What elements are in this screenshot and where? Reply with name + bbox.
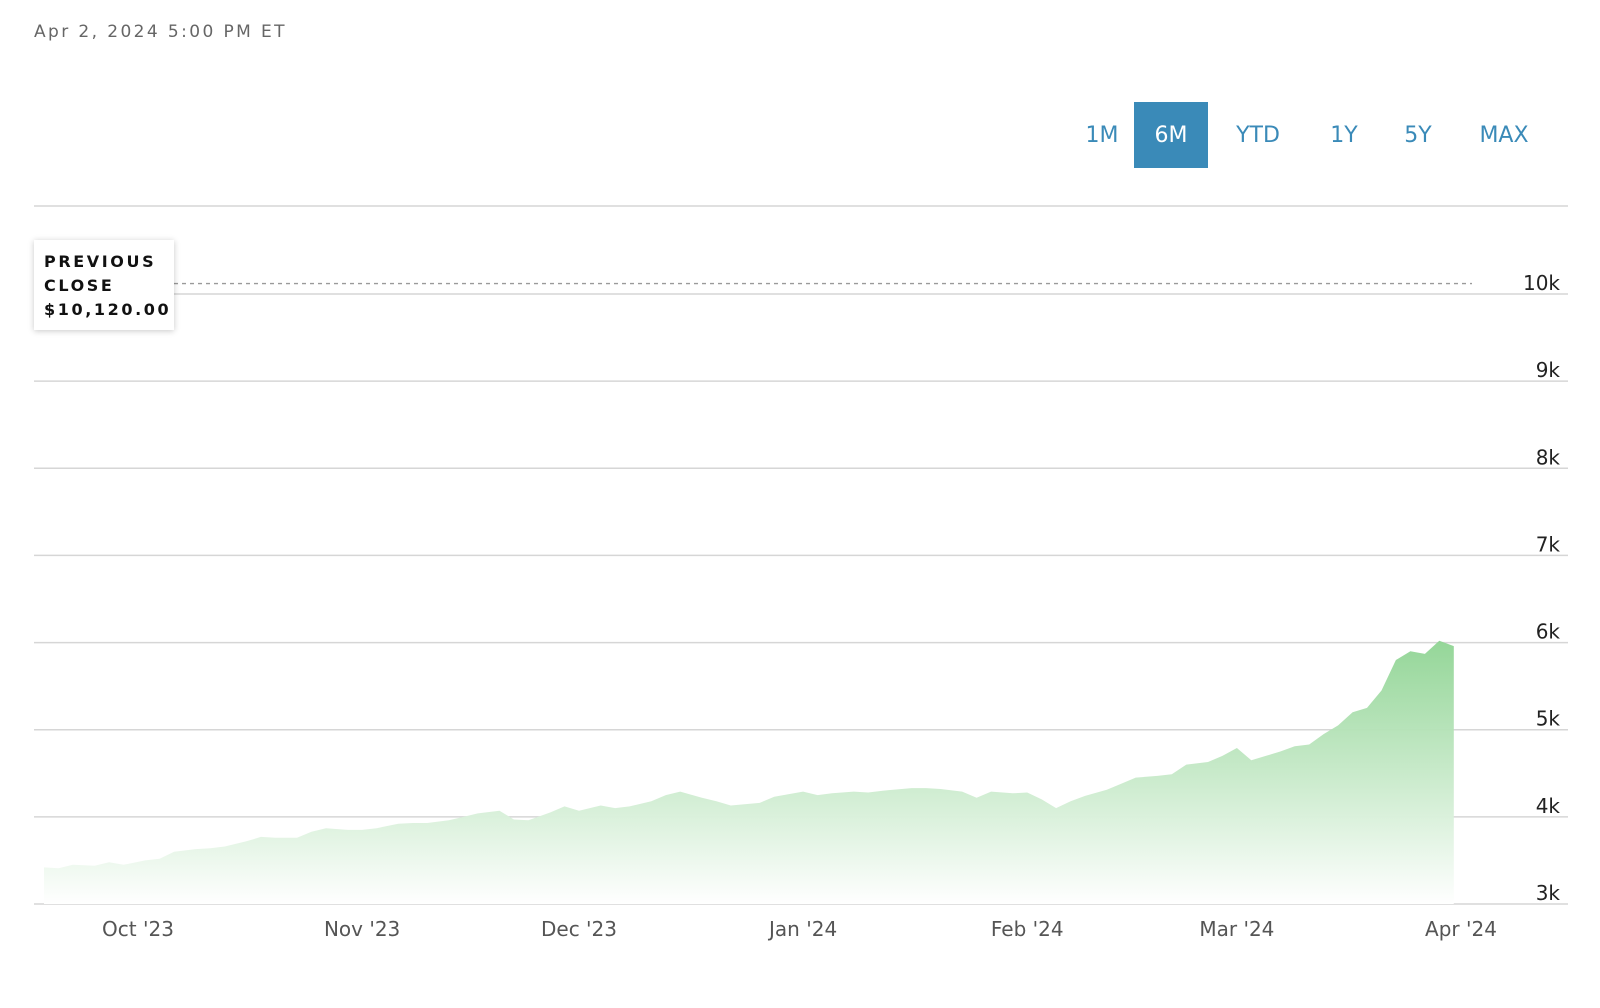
x-tick-label: Jan '24 (767, 917, 837, 941)
tooltip-label-line1: PREVIOUS (44, 252, 157, 271)
previous-close-tooltip: PREVIOUS CLOSE $10,120.00 (34, 240, 174, 330)
x-tick-label: Feb '24 (991, 917, 1064, 941)
y-tick-label: 5k (1536, 707, 1561, 731)
y-tick-label: 7k (1536, 532, 1561, 556)
tooltip-value: $10,120.00 (44, 300, 172, 319)
y-tick-label: 4k (1536, 794, 1561, 818)
y-tick-label: 8k (1536, 445, 1561, 469)
y-tick-label: 3k (1536, 881, 1561, 905)
x-tick-label: Oct '23 (102, 917, 174, 941)
x-tick-label: Nov '23 (324, 917, 400, 941)
x-tick-label: Mar '24 (1199, 917, 1274, 941)
price-area (44, 640, 1454, 904)
x-tick-label: Dec '23 (541, 917, 617, 941)
y-tick-label: 9k (1536, 358, 1561, 382)
price-area-chart: 3k 4k 5k 6k 7k 8k 9k 10k Oct '23 Nov '23 Dec '23 J… (34, 205, 1568, 941)
x-tick-label: Apr '24 (1425, 917, 1497, 941)
y-tick-label: 6k (1536, 620, 1561, 644)
y-tick-label: 10k (1523, 271, 1560, 295)
tooltip-label-line2: CLOSE (44, 276, 115, 295)
